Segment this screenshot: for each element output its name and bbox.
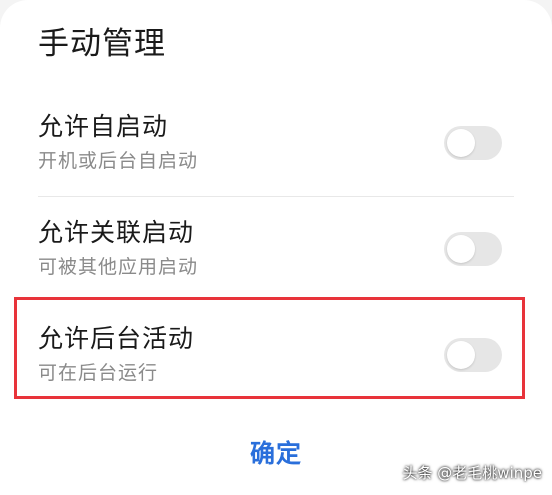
auto-start-toggle[interactable] (444, 126, 502, 160)
row-label: 允许关联启动 (38, 218, 195, 247)
row-label: 允许自启动 (38, 112, 169, 141)
manual-management-dialog: 手动管理 允许自启动 开机或后台自启动 允许关联启动 可被其他应用启动 允许后台… (0, 0, 552, 495)
highlight-box (14, 297, 525, 399)
divider (38, 196, 514, 197)
watermark: 头条 @老毛桃winpe (402, 464, 542, 482)
toggle-knob (447, 235, 475, 263)
dialog-title: 手动管理 (38, 26, 166, 62)
row-allow-associated-start: 允许关联启动 可被其他应用启动 (38, 216, 514, 296)
row-allow-auto-start: 允许自启动 开机或后台自启动 (38, 110, 514, 190)
toggle-knob (447, 129, 475, 157)
row-subtitle: 开机或后台自启动 (38, 150, 199, 172)
associated-start-toggle[interactable] (444, 232, 502, 266)
row-subtitle: 可被其他应用启动 (38, 256, 199, 278)
